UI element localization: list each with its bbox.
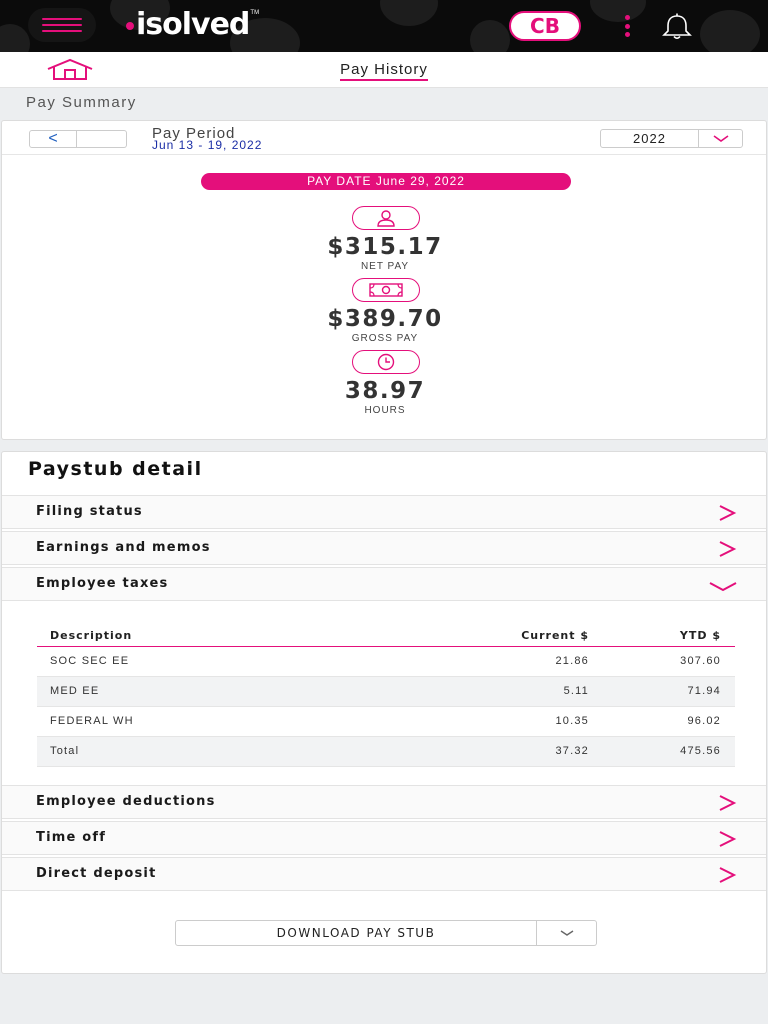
chevron-right-icon	[719, 505, 737, 521]
pay-date-badge: PAY DATE June 29, 2022	[201, 173, 571, 190]
gross-pay-label: GROSS PAY	[351, 333, 419, 344]
download-options-toggle[interactable]	[537, 920, 597, 946]
previous-period-button[interactable]: <	[29, 130, 77, 148]
table-total-row: Total 37.32 475.56	[37, 737, 735, 767]
table-row: SOC SEC EE 21.86 307.60	[37, 647, 735, 677]
money-icon	[352, 278, 420, 302]
accordion-label: Employee taxes	[36, 576, 169, 591]
chevron-down-icon[interactable]	[698, 130, 743, 147]
chevron-right-icon	[719, 541, 737, 557]
net-pay-value: $315.17	[327, 234, 443, 260]
download-pay-stub-button[interactable]: DOWNLOAD PAY STUB	[175, 920, 537, 946]
accordion-direct-deposit[interactable]: Direct deposit	[2, 857, 766, 891]
tax-current: 5.11	[563, 685, 589, 697]
chevron-down-icon	[709, 582, 737, 592]
gross-pay-value: $389.70	[327, 306, 443, 332]
tax-description: MED EE	[50, 685, 100, 697]
page-title: Pay History	[0, 61, 768, 81]
accordion-label: Earnings and memos	[36, 540, 211, 555]
chevron-down-icon	[560, 930, 573, 936]
tax-current: 37.32	[555, 745, 589, 757]
accordion-employee-taxes[interactable]: Employee taxes	[2, 567, 766, 601]
table-row: MED EE 5.11 71.94	[37, 677, 735, 707]
pay-period-row: < Pay Period Jun 13 - 19, 2022 2022	[2, 121, 766, 155]
hamburger-menu-icon[interactable]	[28, 8, 96, 42]
kebab-menu-icon[interactable]	[620, 15, 634, 37]
page-header: Pay History	[0, 52, 768, 88]
accordion-time-off[interactable]: Time off	[2, 821, 766, 855]
chevron-left-icon: <	[48, 130, 58, 147]
year-select[interactable]: 2022	[600, 129, 743, 148]
chevron-right-icon	[719, 867, 737, 883]
tax-description: FEDERAL WH	[50, 715, 134, 727]
chevron-right-icon	[719, 795, 737, 811]
column-header-ytd: YTD $	[679, 629, 721, 642]
pay-summary-label: Pay Summary	[26, 94, 137, 111]
chevron-right-icon	[719, 831, 737, 847]
net-pay-label: NET PAY	[360, 261, 410, 272]
tax-ytd: 307.60	[680, 655, 721, 667]
isolved-logo: isolved TM	[126, 6, 259, 42]
accordion-label: Employee deductions	[36, 794, 216, 809]
year-value: 2022	[633, 131, 666, 146]
hours-label: HOURS	[364, 405, 406, 416]
tax-ytd: 475.56	[680, 745, 721, 757]
accordion-employee-deductions[interactable]: Employee deductions	[2, 785, 766, 819]
bell-icon[interactable]	[654, 12, 700, 40]
accordion-label: Time off	[36, 830, 107, 845]
app-bar: isolved TM CB	[0, 0, 768, 52]
paystub-detail-card: Paystub detail Filing status Earnings an…	[1, 451, 767, 974]
tax-description: Total	[50, 745, 80, 757]
tax-description: SOC SEC EE	[50, 655, 130, 667]
employee-taxes-table: Description Current $ YTD $ SOC SEC EE 2…	[37, 627, 735, 767]
table-header: Description Current $ YTD $	[37, 627, 735, 647]
paystub-detail-title: Paystub detail	[28, 458, 203, 480]
user-initials: CB	[530, 14, 560, 38]
accordion-filing-status[interactable]: Filing status	[2, 495, 766, 529]
tax-ytd: 96.02	[687, 715, 721, 727]
pay-period-dates: Jun 13 - 19, 2022	[152, 138, 263, 152]
table-row: FEDERAL WH 10.35 96.02	[37, 707, 735, 737]
column-header-description: Description	[50, 629, 133, 642]
accordion-earnings-and-memos[interactable]: Earnings and memos	[2, 531, 766, 565]
accordion-label: Direct deposit	[36, 866, 157, 881]
hours-value: 38.97	[344, 378, 426, 404]
next-period-button[interactable]	[77, 130, 127, 148]
pay-summary-card: < Pay Period Jun 13 - 19, 2022 2022 PAY …	[1, 120, 767, 440]
tax-current: 10.35	[555, 715, 589, 727]
accordion-label: Filing status	[36, 504, 143, 519]
column-header-current: Current $	[521, 629, 589, 642]
download-pay-stub-group: DOWNLOAD PAY STUB	[175, 920, 597, 946]
person-icon	[352, 206, 420, 230]
clock-icon	[352, 350, 420, 374]
tax-current: 21.86	[555, 655, 589, 667]
user-avatar[interactable]: CB	[509, 11, 581, 41]
tax-ytd: 71.94	[687, 685, 721, 697]
